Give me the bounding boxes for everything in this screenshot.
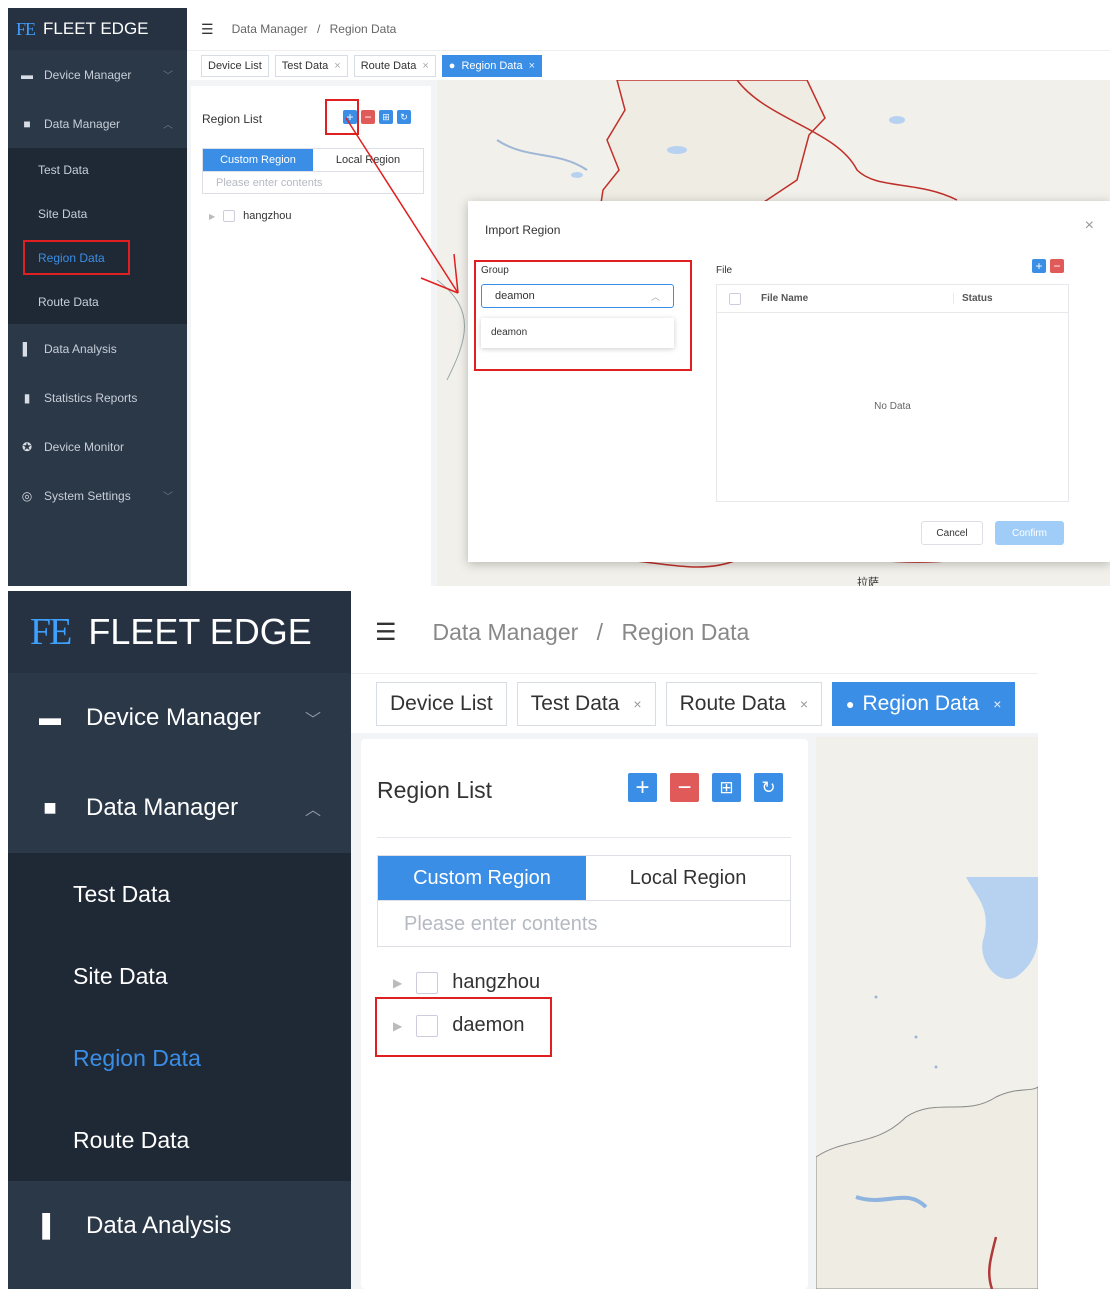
caret-right-icon[interactable]: ▶	[393, 976, 402, 990]
tab-label: Test Data	[530, 691, 620, 715]
tab-local-region[interactable]: Local Region	[586, 856, 790, 900]
tab-label: Region Data	[862, 691, 980, 715]
menu-label: Device Manager	[86, 704, 261, 731]
sidebar: FE FLEET EDGE ▬ Device Manager ﹀ ■ Data …	[8, 591, 351, 1289]
chevron-down-icon: ﹀	[304, 712, 321, 729]
menu-label: Data Manager	[86, 794, 239, 821]
column-file-name: File Name	[761, 293, 809, 304]
region-toolbar: + − ⊞ ↻	[628, 773, 783, 802]
menu-data-analysis[interactable]: ▌ Data Analysis	[8, 1181, 351, 1271]
sidebar-item-route-data[interactable]: Route Data	[8, 1099, 351, 1181]
sidebar-item-site-data[interactable]: Site Data	[8, 935, 351, 1017]
add-button[interactable]: +	[628, 773, 657, 802]
book-icon: ▌	[42, 1213, 58, 1238]
file-toolbar: + −	[1032, 259, 1064, 273]
app-name: FLEET EDGE	[88, 611, 312, 652]
screenshot-region-list: FE FLEET EDGE ▬ Device Manager ﹀ ■ Data …	[8, 591, 1038, 1289]
breadcrumb: Data Manager / Region Data	[433, 619, 750, 646]
chevron-up-icon: ︿	[650, 292, 660, 302]
cancel-button[interactable]: Cancel	[921, 521, 983, 545]
tab-device-list[interactable]: Device List	[376, 681, 507, 726]
active-dot-icon: ●	[846, 695, 855, 712]
tab-region-data[interactable]: ● Region Data ×	[832, 681, 1016, 726]
data-manager-submenu: Test Data Site Data Region Data Route Da…	[8, 853, 351, 1181]
screenshot-import-dialog: FE FLEET EDGE ▬ Device Manager ﹀ ■ Data …	[8, 8, 1110, 586]
group-option[interactable]: deamon	[481, 318, 674, 348]
tree-item[interactable]: ▶ hangzhou	[393, 971, 540, 994]
refresh-button[interactable]: ↻	[754, 773, 783, 802]
region-type-tabs: Custom Region Local Region	[377, 855, 791, 901]
sidebar-item-test-data[interactable]: Test Data	[8, 853, 351, 935]
add-file-button[interactable]: +	[1032, 259, 1046, 273]
tab-route-data[interactable]: Route Data ×	[665, 681, 823, 726]
file-label: File	[716, 265, 733, 276]
tree-item-label: hangzhou	[452, 971, 541, 993]
remove-button[interactable]: −	[670, 773, 699, 802]
map-view[interactable]	[816, 737, 1038, 1289]
dialog-title: Import Region	[485, 223, 561, 237]
import-button[interactable]: ⊞	[712, 773, 741, 802]
sidebar-item-region-data[interactable]: Region Data	[8, 1017, 351, 1099]
column-status: Status	[953, 293, 993, 304]
tab-custom-region[interactable]: Custom Region	[378, 856, 586, 900]
tab-bar: Device List Test Data × Route Data × ● Regi…	[351, 673, 1038, 733]
group-select[interactable]: deamon ︿	[481, 284, 674, 308]
tab-label: Route Data	[679, 691, 786, 715]
import-region-dialog: Import Region × Group deamon ︿ deamon Fi…	[468, 201, 1110, 562]
select-all-checkbox[interactable]	[729, 292, 741, 305]
region-list-panel: Region List + − ⊞ ↻ Custom Region Local …	[361, 739, 808, 1289]
confirm-button[interactable]: Confirm	[995, 521, 1064, 545]
header: ☰ Data Manager / Region Data	[351, 591, 1038, 673]
close-icon[interactable]: ×	[1085, 217, 1094, 235]
tab-test-data[interactable]: Test Data ×	[516, 681, 656, 726]
region-list-title: Region List	[377, 777, 493, 803]
tab-label: Device List	[390, 691, 493, 715]
device-icon: ▬	[39, 705, 61, 730]
group-select-value: deamon	[495, 290, 535, 302]
search-input[interactable]: Please enter contents	[377, 901, 791, 947]
map-canvas	[816, 877, 1038, 1289]
menu-data-manager[interactable]: ■ Data Manager ︿	[8, 763, 351, 853]
menu-toggle-icon[interactable]: ☰	[375, 618, 397, 647]
chevron-up-icon: ︿	[304, 802, 321, 819]
folder-icon: ■	[43, 795, 57, 820]
close-icon[interactable]: ×	[800, 696, 808, 712]
logo: FE FLEET EDGE	[8, 591, 351, 673]
breadcrumb-current: Region Data	[621, 618, 750, 645]
logo-mark: FE	[30, 611, 72, 653]
close-icon[interactable]: ×	[993, 696, 1001, 712]
empty-text: No Data	[874, 401, 911, 412]
breadcrumb-parent[interactable]: Data Manager	[433, 619, 579, 645]
highlight-box	[474, 260, 692, 371]
file-table: File Name Status No Data	[716, 284, 1069, 502]
menu-label: Data Analysis	[86, 1212, 232, 1239]
remove-file-button[interactable]: −	[1050, 259, 1064, 273]
table-header: File Name Status	[717, 285, 1068, 313]
highlight-box	[375, 997, 552, 1057]
breadcrumb-separator: /	[596, 618, 604, 645]
close-icon[interactable]: ×	[633, 696, 641, 712]
checkbox[interactable]	[416, 971, 439, 994]
divider	[377, 837, 791, 838]
menu-device-manager[interactable]: ▬ Device Manager ﹀	[8, 673, 351, 763]
group-label: Group	[481, 265, 509, 276]
